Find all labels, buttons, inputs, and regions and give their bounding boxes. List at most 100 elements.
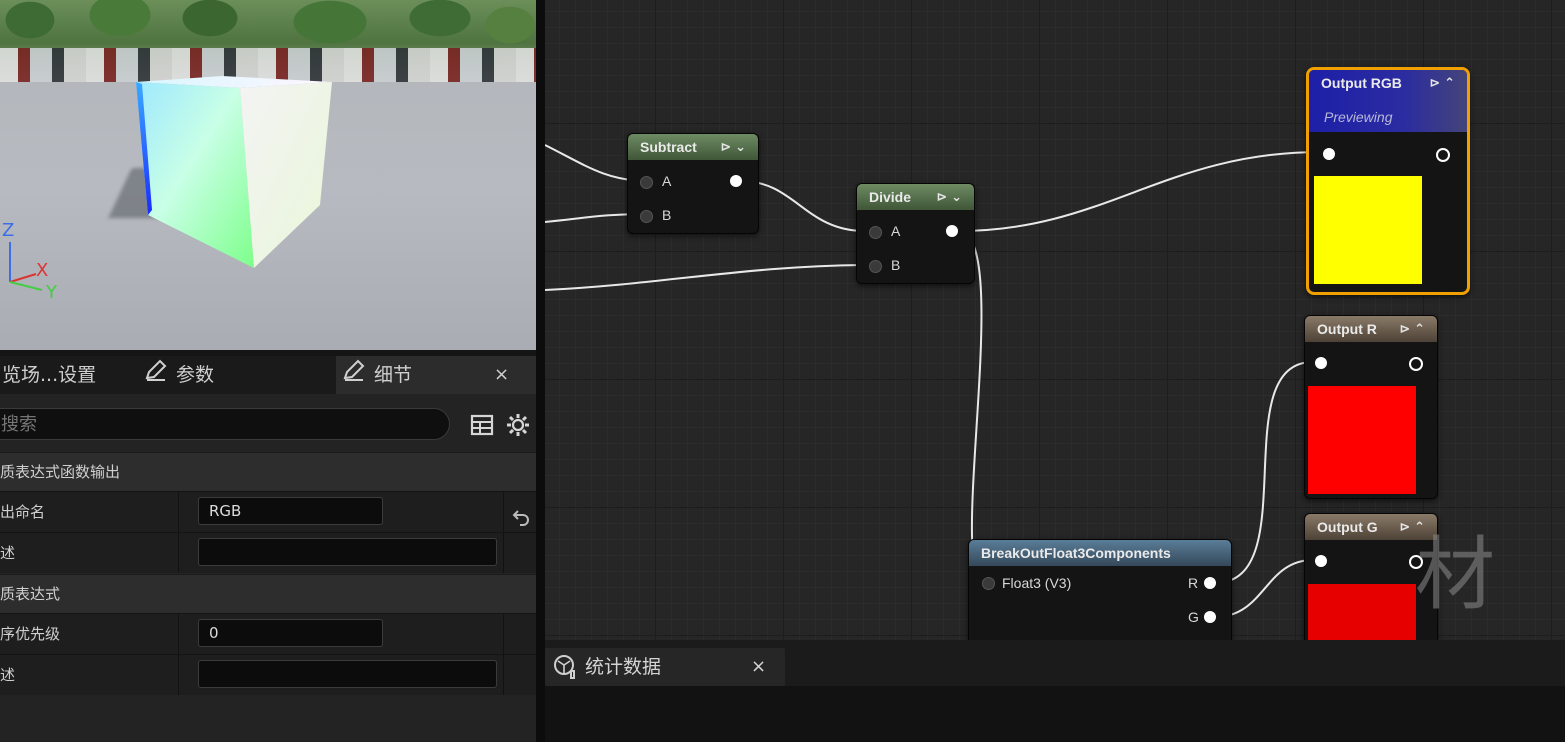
axis-x-label: X: [36, 260, 49, 281]
node-header[interactable]: Divide ⊳⌄: [857, 184, 974, 210]
axis-z-label: Z: [2, 220, 15, 241]
node-output-r[interactable]: Output R ⊳⌃: [1304, 315, 1438, 499]
input-pin-float3[interactable]: [982, 577, 995, 590]
prop-label: 序优先级: [0, 625, 61, 643]
input-pin[interactable]: [1315, 555, 1327, 567]
node-title: Subtract: [640, 139, 697, 155]
tab-label: 统计数据: [585, 656, 662, 678]
previewing-label: Previewing: [1324, 109, 1393, 125]
prop-row-sort-priority: 序优先级: [0, 613, 536, 654]
chevron-down-icon[interactable]: ⌄: [951, 189, 966, 204]
preview-swatch-red: [1308, 584, 1416, 640]
node-title: Output R: [1317, 321, 1377, 337]
tab-parameters[interactable]: 参数: [140, 356, 336, 394]
pin-label-b: B: [662, 207, 672, 223]
chevron-up-icon[interactable]: ⌃: [1414, 321, 1429, 336]
close-tab-button[interactable]: ×: [494, 356, 509, 394]
prop-label: 述: [0, 666, 16, 684]
search-input[interactable]: [0, 408, 450, 440]
node-header-icons: ⊳⌄: [720, 134, 750, 160]
material-graph-canvas[interactable]: Subtract ⊳⌄ A B Divide ⊳⌄ A B Output RGB…: [545, 0, 1565, 640]
pencil-icon: [342, 357, 366, 395]
node-header[interactable]: Output R ⊳⌃: [1305, 316, 1437, 342]
output-pin[interactable]: [1436, 148, 1450, 162]
sort-priority-input[interactable]: [198, 619, 383, 647]
section-function-output[interactable]: 质表达式函数输出: [0, 452, 536, 491]
section-title: 质表达式函数输出: [0, 463, 121, 481]
panel-splitter[interactable]: [536, 0, 545, 742]
node-header[interactable]: BreakOutFloat3Components: [969, 540, 1231, 566]
preview-swatch-red: [1308, 386, 1416, 494]
output-pin-g[interactable]: [1204, 611, 1216, 623]
pin-label-b: B: [891, 257, 901, 273]
node-divide[interactable]: Divide ⊳⌄ A B: [856, 183, 975, 284]
table-view-icon[interactable]: [469, 412, 495, 438]
pencil-icon: [144, 357, 168, 395]
stats-panel: 统计数据 ×: [545, 640, 1565, 742]
description-input[interactable]: [198, 538, 497, 566]
node-header-icons: ⊳⌄: [936, 184, 966, 210]
output-pin[interactable]: [1409, 357, 1423, 371]
preview-toggle-icon[interactable]: ⊳: [720, 139, 735, 154]
reset-to-default-icon[interactable]: [511, 502, 531, 526]
wire-divide-to-output-rgb: [957, 151, 1322, 232]
preview-viewport[interactable]: Z X Y: [0, 0, 536, 350]
node-header-icons: ⊳⌃: [1429, 70, 1459, 96]
output-pin[interactable]: [730, 175, 742, 187]
tab-stats[interactable]: 统计数据 ×: [545, 648, 785, 686]
tab-label: 参数: [176, 364, 215, 386]
close-tab-button[interactable]: ×: [751, 648, 766, 686]
prop-label: 述: [0, 544, 16, 562]
node-header[interactable]: Subtract ⊳⌄: [628, 134, 758, 160]
panel-tab-bar: 览场...设置 参数 细节 ×: [0, 356, 536, 394]
node-header-icons: ⊳⌃: [1399, 316, 1429, 342]
wire-subtract-to-divide: [740, 180, 866, 232]
wire-into-divide-b: [545, 264, 866, 291]
input-pin-b[interactable]: [640, 210, 653, 223]
node-subtract[interactable]: Subtract ⊳⌄ A B: [627, 133, 759, 234]
prop-row-output-name: 出命名: [0, 491, 536, 532]
pin-label-float3: Float3 (V3): [1002, 575, 1072, 591]
prop-row-description-2: 述: [0, 654, 536, 695]
tab-preview-scene-settings[interactable]: 览场...设置: [0, 356, 140, 394]
node-title: Output G: [1317, 519, 1378, 535]
preview-swatch-yellow: [1314, 176, 1422, 284]
input-pin-a[interactable]: [640, 176, 653, 189]
node-header[interactable]: Output RGB ⊳⌃ Previewing: [1309, 70, 1467, 132]
preview-cube: [136, 76, 332, 268]
node-output-rgb[interactable]: Output RGB ⊳⌃ Previewing: [1306, 67, 1470, 295]
output-name-input[interactable]: [198, 497, 383, 525]
preview-toggle-icon[interactable]: ⊳: [1399, 519, 1414, 534]
chevron-down-icon[interactable]: ⌄: [735, 139, 750, 154]
pin-label-g: G: [1188, 609, 1199, 625]
details-panel: 质表达式函数输出 出命名 述 质表达式 序优先级 述: [0, 394, 536, 742]
prop-label: 出命名: [0, 503, 46, 521]
preview-toggle-icon[interactable]: ⊳: [1429, 75, 1444, 90]
section-title: 质表达式: [0, 585, 61, 603]
output-pin-r[interactable]: [1204, 577, 1216, 589]
input-pin[interactable]: [1323, 148, 1335, 160]
pin-label-a: A: [662, 173, 672, 189]
stats-content: [545, 686, 1565, 742]
node-breakout-float3[interactable]: BreakOutFloat3Components Float3 (V3) R G: [968, 539, 1232, 640]
input-pin[interactable]: [1315, 357, 1327, 369]
node-title: Output RGB: [1321, 75, 1402, 91]
input-pin-a[interactable]: [869, 226, 882, 239]
axis-y-label: Y: [46, 282, 57, 303]
tab-label: 览场...设置: [2, 364, 97, 386]
material-watermark: 材质: [1415, 528, 1499, 621]
description-input-2[interactable]: [198, 660, 497, 688]
viewport-axis-gizmo: Z X Y: [2, 218, 72, 308]
tab-label: 细节: [374, 364, 413, 386]
gear-icon[interactable]: [505, 412, 531, 438]
pin-label-r: R: [1188, 575, 1199, 591]
chevron-up-icon[interactable]: ⌃: [1444, 75, 1459, 90]
node-title: BreakOutFloat3Components: [981, 545, 1171, 561]
preview-toggle-icon[interactable]: ⊳: [936, 189, 951, 204]
preview-toggle-icon[interactable]: ⊳: [1399, 321, 1414, 336]
node-title: Divide: [869, 189, 912, 205]
section-material-expression[interactable]: 质表达式: [0, 574, 536, 613]
prop-row-description: 述: [0, 532, 536, 573]
output-pin[interactable]: [946, 225, 958, 237]
input-pin-b[interactable]: [869, 260, 882, 273]
